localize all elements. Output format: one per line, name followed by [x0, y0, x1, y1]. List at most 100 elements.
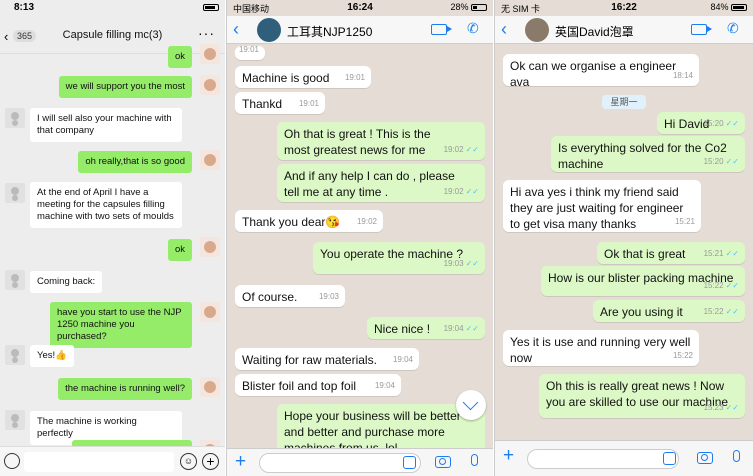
back-chevron-icon[interactable]: ‹ — [233, 19, 239, 40]
back-chevron-icon[interactable]: ‹ — [501, 19, 507, 40]
status-bar: 8:13 — [0, 0, 225, 16]
message-time: 18:14 — [672, 71, 693, 80]
message-bubble: Is everything solved for the Co2 machine… — [551, 136, 745, 172]
message-text: Nice nice ! — [374, 322, 431, 336]
time-value: 15:23 — [703, 403, 724, 412]
microphone-icon[interactable] — [733, 450, 740, 462]
message-time: 19:01 — [298, 99, 319, 108]
sticker-icon[interactable] — [403, 456, 416, 469]
message-bubble: Of course. 19:03 — [235, 285, 345, 307]
time-value: 15:22 — [703, 307, 724, 316]
read-ticks-icon: ✓✓ — [465, 187, 479, 196]
message-bubble: Yes!👍 — [30, 345, 74, 367]
message-time: 19:02 ✓✓ — [444, 184, 479, 200]
read-ticks-icon: ✓✓ — [465, 145, 479, 154]
read-ticks-icon: ✓✓ — [465, 259, 479, 268]
avatar[interactable] — [5, 183, 25, 203]
avatar[interactable] — [5, 270, 25, 290]
plus-icon[interactable]: + — [235, 451, 246, 473]
battery-icon — [731, 4, 747, 12]
message-text: Thank you dear😘 — [242, 215, 341, 229]
more-options-icon[interactable]: ··· — [198, 25, 215, 41]
message-bubble: Are you using it 15:22 ✓✓ — [593, 300, 745, 322]
microphone-icon[interactable] — [471, 454, 478, 466]
message-input[interactable] — [259, 453, 421, 473]
avatar[interactable] — [200, 150, 220, 170]
message-text: Hi ava yes i think my friend said they a… — [510, 185, 684, 231]
read-ticks-icon: ✓✓ — [725, 119, 739, 128]
whatsapp-chat-panel-1: 中国移动 16:24 28% ‹ 工耳其NJP1250 ✆ 19:01 Mach… — [226, 0, 493, 476]
message-time: 15:22 — [672, 351, 693, 360]
message-time: 19:04 — [374, 381, 395, 390]
message-input[interactable] — [24, 452, 174, 472]
read-ticks-icon: ✓✓ — [725, 403, 739, 412]
avatar[interactable] — [200, 75, 220, 95]
status-time: 8:13 — [14, 2, 35, 13]
avatar[interactable] — [5, 410, 25, 430]
time-value: 15:21 — [703, 249, 724, 258]
message-bubble: Ok that is great 15:21 ✓✓ — [597, 242, 745, 264]
time-value: 19:02 — [443, 145, 464, 154]
camera-icon[interactable] — [697, 452, 713, 464]
message-bubble: Oh that is great ! This is the most grea… — [277, 122, 485, 160]
message-bubble: oh really,that is so good — [78, 151, 192, 173]
status-battery: 28% — [450, 2, 487, 12]
message-bubble: 19:01 — [235, 45, 265, 60]
time-value: 19:04 — [443, 324, 464, 333]
message-text: Waiting for raw materials. — [242, 353, 377, 367]
message-text: Thankd — [242, 97, 283, 111]
message-bubble: And if any help I can do , please tell m… — [277, 164, 485, 202]
contact-avatar[interactable] — [525, 18, 549, 42]
time-value: 15:22 — [703, 281, 724, 290]
emoji-icon[interactable]: ☺ — [180, 453, 197, 470]
message-text: Is everything solved for the Co2 machine — [558, 141, 727, 171]
message-time: 15:20 ✓✓ — [704, 154, 739, 170]
message-bubble: the machine is running well? — [58, 378, 192, 400]
message-text: You operate the machine ? — [320, 247, 463, 261]
time-value: 19:03 — [443, 259, 464, 268]
message-bubble: ok — [167, 46, 192, 68]
camera-icon[interactable] — [435, 456, 451, 468]
message-bubble: Ok can we organise a engineer ava 18:14 — [503, 54, 699, 89]
message-text: Of course. — [242, 290, 298, 304]
message-text: Blister foil and top foil — [242, 379, 357, 393]
message-text: Machine is good — [242, 71, 330, 85]
avatar[interactable] — [200, 302, 220, 322]
avatar[interactable] — [5, 108, 25, 128]
message-text: Ok can we organise a engineer ava — [510, 59, 677, 89]
date-divider-label: 星期一 — [602, 95, 646, 109]
avatar[interactable] — [200, 377, 220, 397]
message-input[interactable] — [527, 449, 679, 469]
plus-icon[interactable]: + — [503, 445, 514, 467]
status-battery: 84% — [710, 2, 747, 12]
contact-name[interactable]: 工耳其NJP1250 — [287, 23, 372, 40]
voice-icon[interactable] — [4, 453, 20, 469]
message-bubble: How is our blister packing machine 15:22 ✓… — [541, 266, 745, 296]
message-bubble: You operate the machine ? 19:03 ✓✓ — [313, 242, 485, 274]
plus-icon[interactable]: + — [202, 453, 219, 470]
message-text: Hi David — [664, 117, 710, 131]
battery-percent: 28% — [450, 2, 469, 12]
message-time: 19:03 — [318, 292, 339, 301]
message-bubble: Blister foil and top foil 19:04 — [235, 374, 401, 396]
avatar[interactable] — [200, 44, 220, 64]
message-text: Ok that is great — [604, 247, 686, 261]
avatar[interactable] — [5, 345, 25, 365]
contact-avatar[interactable] — [257, 18, 281, 42]
contact-name[interactable]: 英国David泡罩 — [555, 23, 634, 40]
phone-icon[interactable]: ✆ — [467, 20, 479, 37]
phone-icon[interactable]: ✆ — [727, 20, 739, 37]
video-call-icon[interactable] — [431, 24, 452, 35]
avatar[interactable] — [200, 237, 220, 257]
scroll-to-bottom-button[interactable] — [456, 390, 486, 420]
message-bubble: Coming back: — [30, 271, 103, 293]
battery-icon — [203, 2, 219, 12]
message-time: 19:01 — [238, 45, 259, 54]
sticker-icon[interactable] — [663, 452, 676, 465]
message-time: 15:21 — [674, 217, 695, 226]
message-bubble: Nice nice ! 19:04 ✓✓ — [367, 317, 485, 339]
video-call-icon[interactable] — [691, 24, 712, 35]
message-text: Are you using it — [600, 305, 683, 319]
message-bubble: Thankd 19:01 — [235, 92, 325, 114]
message-bubble: Waiting for raw materials. 19:04 — [235, 348, 419, 370]
